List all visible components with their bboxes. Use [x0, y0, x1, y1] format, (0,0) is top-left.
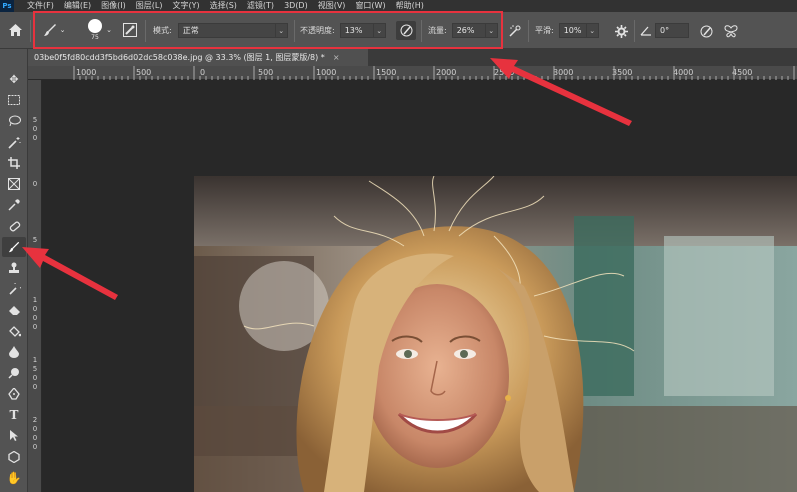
hand-icon: ✋: [6, 471, 22, 485]
droplet-icon: [9, 346, 19, 358]
document-tab-title: 03be0f5fd80cdd3f5bd6d02dc58c038e.jpg @ 3…: [34, 53, 325, 62]
horizontal-ruler: 1000 500 0 500 1000 1500 2000 2500 3000 …: [28, 66, 797, 80]
clone-stamp-tool[interactable]: [2, 258, 26, 278]
butterfly-icon: [724, 24, 738, 37]
symmetry-button[interactable]: [722, 22, 740, 40]
close-icon[interactable]: ×: [333, 53, 340, 62]
eyedropper-icon: [8, 199, 20, 211]
hand-tool[interactable]: ✋: [2, 468, 26, 488]
pen-pressure-size-icon: [700, 25, 712, 37]
dodge-tool[interactable]: [2, 363, 26, 383]
ruler-label: 0: [32, 180, 38, 188]
marquee-icon: [8, 95, 20, 105]
brush-icon: [8, 241, 20, 253]
airbrush-icon: [509, 25, 521, 37]
ps-logo: Ps: [0, 0, 14, 12]
home-icon[interactable]: [6, 21, 24, 39]
pressure-size-button[interactable]: [697, 22, 715, 40]
ruler-label: 1 0 0 0: [32, 296, 38, 331]
ruler-ticks: [73, 66, 795, 80]
gear-icon: [614, 24, 628, 38]
crop-icon: [8, 157, 20, 169]
pen-icon: [8, 388, 20, 400]
ruler-label: 2 0 0 0: [32, 416, 38, 451]
separator: [528, 20, 529, 42]
document-tab-bar: 03be0f5fd80cdd3f5bd6d02dc58c038e.jpg @ 3…: [28, 49, 797, 66]
path-selection-tool[interactable]: [2, 426, 26, 446]
lasso-tool[interactable]: [2, 111, 26, 131]
brush-tool[interactable]: [2, 237, 26, 257]
frame-icon: [8, 178, 20, 190]
ruler-label: 5: [32, 236, 38, 244]
arrow-pointer-icon: [10, 430, 18, 441]
healing-brush-tool[interactable]: [2, 216, 26, 236]
hexagon-icon: [8, 451, 20, 463]
shape-tool[interactable]: [2, 447, 26, 467]
frame-tool[interactable]: [2, 174, 26, 194]
smoothing-settings-button[interactable]: [612, 22, 630, 40]
lasso-icon: [8, 115, 21, 127]
magic-wand-icon: [7, 136, 20, 149]
photoshop-window: Ps 文件(F) 编辑(E) 图像(I) 图层(L) 文字(Y) 选择(S) 滤…: [0, 0, 797, 492]
portrait-photo: [194, 176, 797, 492]
angle-icon: [640, 26, 651, 36]
paint-bucket-icon: [8, 326, 21, 337]
smoothing-input[interactable]: 10%: [558, 23, 587, 38]
move-tool[interactable]: ✥: [2, 69, 26, 89]
separator: [634, 20, 635, 42]
eyedropper-tool[interactable]: [2, 195, 26, 215]
history-brush-tool[interactable]: [2, 279, 26, 299]
type-tool[interactable]: T: [2, 405, 26, 425]
ruler-label: 1 5 0 0: [32, 356, 38, 391]
move-icon: ✥: [9, 72, 19, 86]
eraser-icon: [8, 305, 20, 315]
bandage-icon: [9, 221, 20, 231]
marquee-tool[interactable]: [2, 90, 26, 110]
angle-input[interactable]: 0°: [655, 23, 689, 38]
angle-control: 0°: [640, 23, 689, 38]
document-tab[interactable]: 03be0f5fd80cdd3f5bd6d02dc58c038e.jpg @ 3…: [28, 49, 368, 66]
paint-bucket-tool[interactable]: [2, 321, 26, 341]
tools-panel: ✥ T ✋: [0, 49, 28, 492]
crop-tool[interactable]: [2, 153, 26, 173]
blur-tool[interactable]: [2, 342, 26, 362]
history-brush-icon: [8, 283, 21, 295]
smoothing-label: 平滑:: [535, 26, 554, 35]
annotation-highlight-box: [33, 11, 503, 49]
dodge-icon: [8, 368, 19, 379]
eraser-tool[interactable]: [2, 300, 26, 320]
canvas-photo[interactable]: [194, 176, 797, 492]
magic-wand-tool[interactable]: [2, 132, 26, 152]
smoothing-control: 平滑: 10% ⌄: [535, 23, 599, 38]
pen-tool[interactable]: [2, 384, 26, 404]
chevron-down-icon[interactable]: ⌄: [586, 23, 599, 38]
stamp-icon: [9, 262, 19, 273]
ruler-label: 5 0 0: [32, 116, 38, 142]
vertical-ruler: 5 0 0 0 5 1 0 0 0 1 5 0 0 2 0 0 0: [28, 80, 42, 492]
airbrush-button[interactable]: [506, 22, 524, 40]
type-icon: T: [9, 408, 19, 422]
separator: [30, 20, 31, 42]
